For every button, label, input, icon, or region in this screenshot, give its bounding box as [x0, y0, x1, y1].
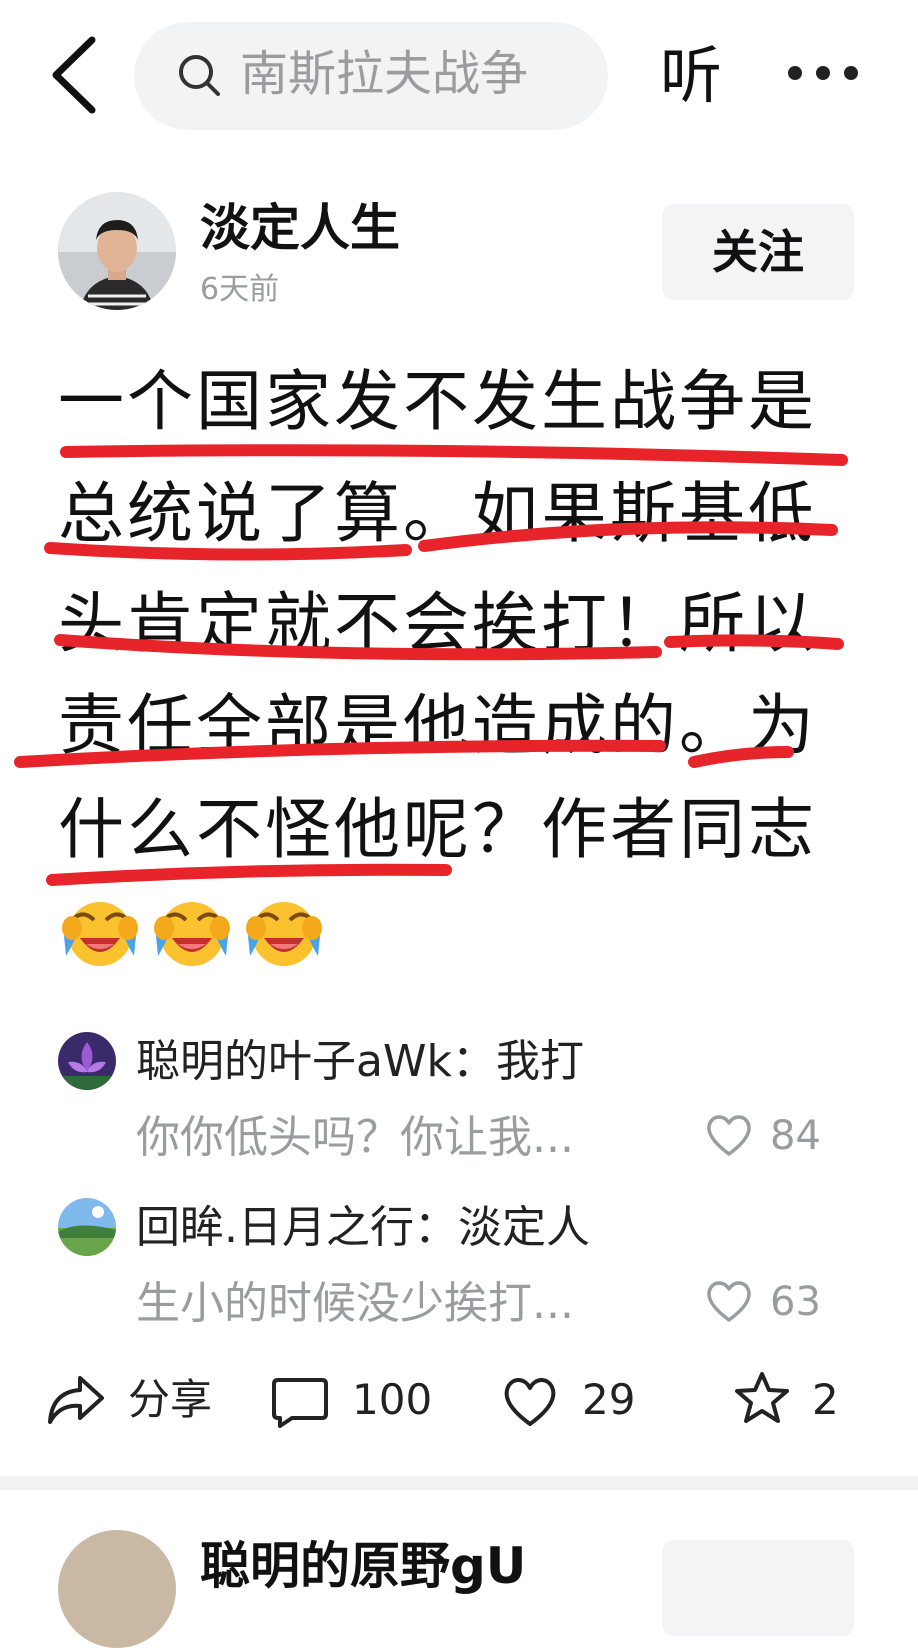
like-heart-icon[interactable] — [500, 1374, 560, 1430]
comment-username[interactable]: 聪明的叶子aWk — [136, 1036, 452, 1087]
post-text-line: 什么不怪他呢？作者同志 — [58, 791, 817, 868]
listen-button[interactable]: 听 — [660, 36, 722, 116]
post-text-line: 责任全部是他造成的。为 — [58, 687, 817, 764]
comment-line[interactable]: 聪明的叶子aWk：我打 — [136, 1036, 584, 1088]
next-author-avatar[interactable] — [58, 1530, 176, 1648]
star-icon[interactable] — [732, 1370, 792, 1426]
comment-text: ：淡定人 — [414, 1202, 590, 1253]
share-button[interactable]: 分享 — [128, 1372, 212, 1428]
author-avatar[interactable] — [58, 192, 176, 310]
post-text-line: 头肯定就不会挨打！所以 — [58, 585, 817, 662]
like-count[interactable]: 29 — [582, 1372, 635, 1428]
search-query[interactable]: 南斯拉夫战争 — [240, 44, 560, 104]
post-time: 6天前 — [200, 272, 280, 307]
comment-avatar[interactable] — [58, 1198, 116, 1256]
back-icon[interactable] — [44, 34, 104, 116]
comment-line[interactable]: 回眸.日月之行：淡定人 — [136, 1202, 590, 1254]
follow-button[interactable]: 关注 — [662, 204, 854, 300]
comment-text-line2[interactable]: 生小的时候没少挨打... — [136, 1278, 574, 1330]
share-icon[interactable] — [46, 1372, 106, 1428]
favorite-count[interactable]: 2 — [812, 1372, 839, 1428]
comment-count[interactable]: 100 — [352, 1372, 432, 1428]
laughing-crying-emoji-icon — [62, 902, 138, 966]
post-text-line: 一个国家发不发生战争是 — [58, 363, 817, 440]
heart-icon[interactable] — [704, 1278, 754, 1324]
comment-like-count: 84 — [770, 1113, 821, 1159]
search-icon — [179, 55, 220, 96]
comment-text: ：我打 — [451, 1036, 584, 1087]
next-author-name[interactable]: 聪明的原野gU — [200, 1534, 526, 1598]
comment-text-line2[interactable]: 你你低头吗？你让我... — [136, 1112, 574, 1164]
comment-icon[interactable] — [270, 1374, 330, 1430]
laughing-crying-emoji-icon — [246, 902, 322, 966]
section-divider — [0, 1476, 918, 1490]
comment-avatar[interactable] — [58, 1032, 116, 1090]
more-options-icon[interactable] — [784, 66, 860, 84]
next-follow-button[interactable] — [662, 1540, 854, 1636]
heart-icon[interactable] — [704, 1112, 754, 1158]
author-name[interactable]: 淡定人生 — [200, 196, 400, 260]
post-text-line: 总统说了算。如果斯基低 — [58, 475, 817, 552]
comment-like-count: 63 — [770, 1279, 821, 1325]
comment-username[interactable]: 回眸.日月之行 — [136, 1202, 414, 1253]
laughing-crying-emoji-icon — [154, 902, 230, 966]
